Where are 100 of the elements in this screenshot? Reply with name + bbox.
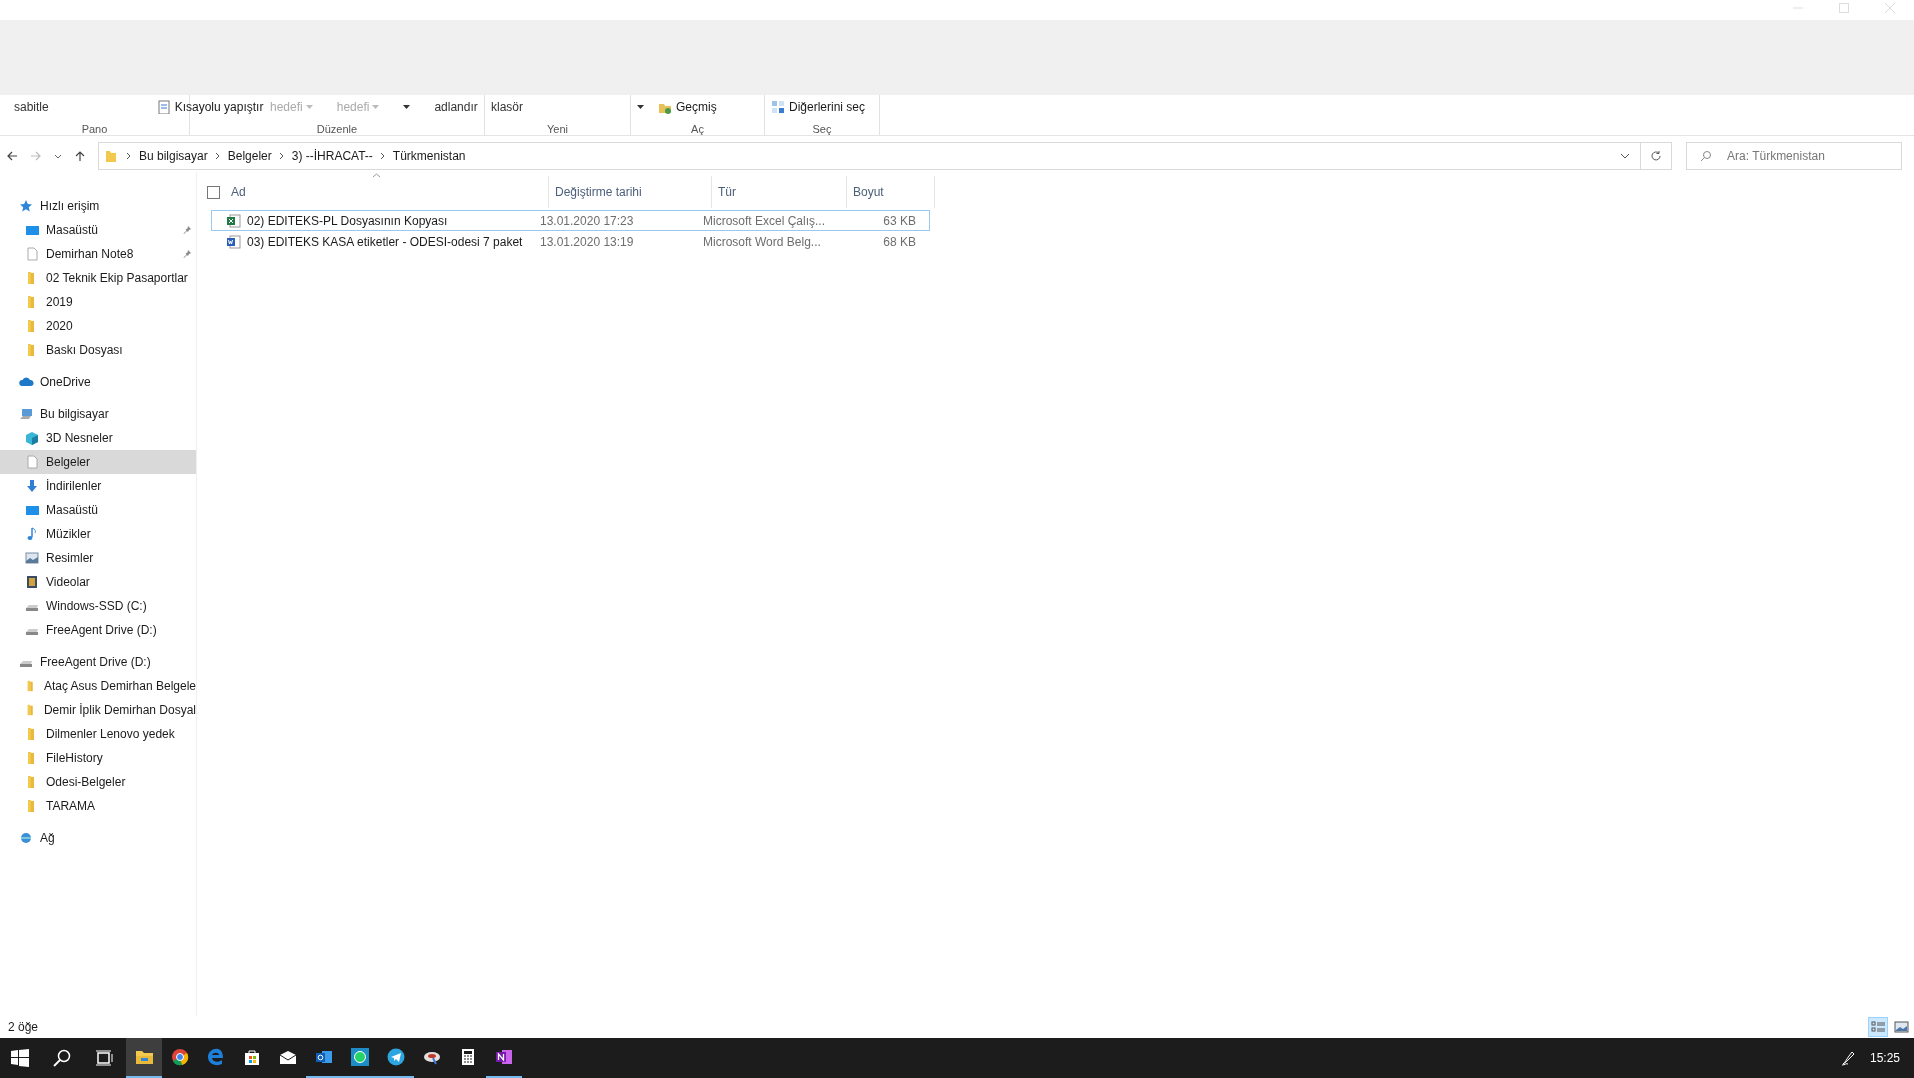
sidebar-item[interactable]: Masaüstü: [0, 498, 196, 522]
ribbon-label: adlandır: [434, 100, 478, 114]
taskbar-button[interactable]: [126, 1038, 162, 1078]
sidebar-item[interactable]: 3D Nesneler: [0, 426, 196, 450]
sidebar-item[interactable]: Demirhan Note8: [0, 242, 196, 266]
sidebar-item[interactable]: Dilmenler Lenovo yedek: [0, 722, 196, 746]
cloud-icon: [19, 375, 34, 389]
caret-icon: [305, 105, 313, 109]
group-label: Yeni: [546, 123, 569, 135]
sidebar-item[interactable]: Hızlı erişim: [0, 194, 196, 218]
clock[interactable]: 15:25: [1869, 1051, 1900, 1065]
table-cell: 63 KB: [883, 213, 916, 228]
download-icon: [25, 479, 40, 493]
pin-icon[interactable]: [182, 249, 192, 259]
up-icon[interactable]: [74, 150, 86, 162]
sidebar-item[interactable]: FreeAgent Drive (D:): [0, 618, 196, 642]
chevron-icon: [126, 152, 132, 160]
sidebar-item[interactable]: 2020: [0, 314, 196, 338]
table-cell: 03) EDITEKS KASA etiketler - ODESI-odesi 7 paket: [247, 234, 523, 249]
breadcrumb[interactable]: Bu bilgisayar: [139, 149, 208, 163]
sidebar-item[interactable]: FreeAgent Drive (D:): [0, 650, 196, 674]
image-icon: [25, 551, 40, 565]
column-header[interactable]: Değiştirme tarihi: [549, 176, 712, 208]
ribbon-button[interactable]: Geçmiş: [658, 100, 717, 114]
sidebar-item[interactable]: Masaüstü: [0, 218, 196, 242]
ribbon-button[interactable]: Kısayolu yapıştır: [156, 100, 264, 114]
pin-icon[interactable]: [182, 225, 192, 235]
sidebar-item[interactable]: Odesi-Belgeler: [0, 770, 196, 794]
task-view-icon[interactable]: [95, 1049, 113, 1067]
sidebar-item[interactable]: Müzikler: [0, 522, 196, 546]
sidebar-item[interactable]: Ağ: [0, 826, 196, 850]
ribbon-icon: [771, 100, 785, 114]
search-icon: [1700, 150, 1712, 162]
desktop-icon: [25, 503, 40, 517]
recent-dropdown-icon[interactable]: [54, 153, 62, 159]
search-field[interactable]: Ara: Türkmenistan: [1686, 142, 1902, 170]
start-icon[interactable]: [11, 1049, 29, 1067]
sidebar-item[interactable]: Baskı Dosyası: [0, 338, 196, 362]
desktop-icon: [25, 223, 40, 237]
computer-icon: [19, 407, 34, 421]
sidebar-item[interactable]: TARAMA: [0, 794, 196, 818]
breadcrumb[interactable]: 3) --İHRACAT--: [291, 149, 373, 163]
group-label: Aç: [690, 123, 705, 135]
browser-icon: [207, 1048, 225, 1066]
mail-icon: [315, 1048, 333, 1066]
dropdown-icon[interactable]: [1620, 153, 1630, 159]
group-label: Seç: [811, 123, 833, 135]
refresh-icon: [1650, 150, 1662, 162]
column-header[interactable]: Boyut: [847, 176, 935, 208]
select-all-checkbox[interactable]: [207, 185, 220, 199]
cube-icon: [25, 431, 40, 445]
file-icon: [226, 234, 241, 249]
search-icon[interactable]: [53, 1049, 71, 1067]
paper-plane-icon: [387, 1048, 405, 1066]
group-label: Pano: [80, 123, 109, 135]
file-row[interactable]: 02) EDITEKS-PL Dosyasının Kopyası 13.01.2020 17:23 Microsoft Excel Çalış... 63 KB: [211, 210, 930, 231]
column-header[interactable]: Tür: [712, 176, 847, 208]
sidebar-item[interactable]: Bu bilgisayar: [0, 402, 196, 426]
sidebar-item[interactable]: FileHistory: [0, 746, 196, 770]
caret-icon[interactable]: [637, 105, 644, 109]
caret-icon[interactable]: [403, 105, 411, 109]
calculator-icon: [459, 1048, 477, 1066]
group-label: Düzenle: [315, 123, 359, 135]
sidebar-item[interactable]: İndirilenler: [0, 474, 196, 498]
back-icon[interactable]: [6, 150, 18, 162]
table-cell: Microsoft Excel Çalış...: [703, 213, 826, 228]
column-header[interactable]: Ad: [231, 176, 549, 208]
table-cell: 02) EDITEKS-PL Dosyasının Kopyası: [247, 213, 448, 228]
address-bar[interactable]: Bu bilgisayar Belgeler 3) --İHRACAT-- Türkmenistan: [98, 142, 1641, 170]
sidebar-item[interactable]: Videolar: [0, 570, 196, 594]
picture-view-icon: [1893, 1020, 1909, 1034]
table-cell: 68 KB: [883, 234, 916, 249]
file-icon: [226, 213, 241, 228]
pen-icon[interactable]: [1839, 1050, 1856, 1066]
table-cell: Microsoft Word Belg...: [703, 234, 821, 249]
ribbon-label: klasör: [491, 100, 523, 114]
store-icon: [243, 1048, 261, 1066]
network-icon: [19, 831, 34, 845]
document-icon: [25, 247, 40, 261]
item-count: 2 öğe: [8, 1020, 39, 1034]
sidebar-item[interactable]: Belgeler: [0, 450, 196, 474]
breadcrumb[interactable]: Belgeler: [227, 149, 272, 163]
sidebar-item[interactable]: 2019: [0, 290, 196, 314]
star-icon: [19, 199, 34, 213]
ribbon-button[interactable]: Diğerlerini seç: [771, 100, 866, 114]
chevron-icon: [278, 152, 285, 160]
file-row[interactable]: 03) EDITEKS KASA etiketler - ODESI-odesi 7 paket 13.01.2020 13:19 Microsoft Word Belg... 68 KB: [211, 231, 930, 252]
browser-icon: [171, 1048, 189, 1066]
sidebar-item[interactable]: Demir İplik Demirhan Dosyal: [0, 698, 196, 722]
breadcrumb[interactable]: Türkmenistan: [392, 149, 466, 163]
video-icon: [25, 575, 40, 589]
sidebar-item[interactable]: 02 Teknik Ekip Pasaportlar: [0, 266, 196, 290]
caret-icon: [372, 105, 380, 109]
sidebar-item[interactable]: Ataç Asus Demirhan Belgele: [0, 674, 196, 698]
sidebar-item[interactable]: Resimler: [0, 546, 196, 570]
notebook-icon: [495, 1048, 513, 1066]
list-icon: [1870, 1020, 1886, 1034]
folder-icon: [135, 1048, 153, 1066]
sidebar-item[interactable]: Windows-SSD (C:): [0, 594, 196, 618]
sidebar-item[interactable]: OneDrive: [0, 370, 196, 394]
